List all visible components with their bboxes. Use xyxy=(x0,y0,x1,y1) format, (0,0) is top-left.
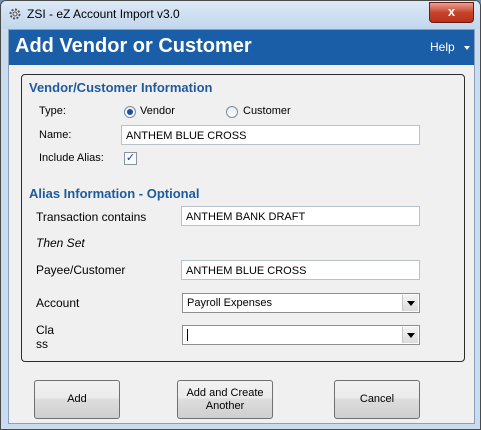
text-cursor xyxy=(187,329,188,342)
header-bar: Add Vendor or Customer Help xyxy=(9,30,474,65)
account-label: Account xyxy=(36,296,80,310)
add-create-label-line1: Add and Create xyxy=(186,386,264,399)
include-alias-checkbox[interactable]: ✓ xyxy=(124,152,137,165)
account-select-value: Payroll Expenses xyxy=(187,297,272,309)
class-select[interactable] xyxy=(182,325,420,345)
add-create-label-line2: Another xyxy=(205,399,245,412)
help-menu[interactable]: Help xyxy=(430,40,455,54)
transaction-input[interactable]: ANTHEM BANK DRAFT xyxy=(181,206,420,226)
class-label-line2: ss xyxy=(36,337,48,351)
payee-input[interactable]: ANTHEM BLUE CROSS xyxy=(181,260,420,280)
add-button-label: Add xyxy=(67,393,87,405)
name-input[interactable]: ANTHEM BLUE CROSS xyxy=(121,125,420,145)
cancel-button[interactable]: Cancel xyxy=(334,380,420,419)
client-area: Add Vendor or Customer Help Vendor/Custo… xyxy=(8,29,475,424)
payee-label: Payee/Customer xyxy=(36,263,126,277)
include-alias-label: Include Alias: xyxy=(39,152,104,164)
vendor-radio[interactable] xyxy=(124,106,136,118)
window-title: ZSI - eZ Account Import v3.0 xyxy=(27,7,180,21)
alias-section-title: Alias Information - Optional xyxy=(29,186,200,201)
then-set-label: Then Set xyxy=(36,236,85,250)
vendor-section-title: Vendor/Customer Information xyxy=(29,80,213,95)
class-label-line1: Cla xyxy=(36,323,55,337)
title-bar[interactable]: ZSI - eZ Account Import v3.0 x xyxy=(1,1,480,29)
form-panel: Vendor/Customer Information Type: Vendor… xyxy=(21,74,465,362)
close-icon: x xyxy=(447,4,456,19)
customer-radio[interactable] xyxy=(226,106,238,118)
chevron-down-icon[interactable] xyxy=(402,327,418,343)
add-button[interactable]: Add xyxy=(34,380,120,419)
chevron-down-icon[interactable] xyxy=(402,295,418,311)
app-window: ZSI - eZ Account Import v3.0 x Add Vendo… xyxy=(0,0,481,430)
add-and-create-another-button[interactable]: Add and Create Another xyxy=(177,380,273,419)
transaction-label: Transaction contains xyxy=(36,210,147,224)
customer-radio-label[interactable]: Customer xyxy=(243,105,291,117)
help-dropdown-icon[interactable] xyxy=(464,46,470,50)
app-gear-icon xyxy=(9,8,21,20)
name-label: Name: xyxy=(39,129,72,141)
close-button[interactable]: x xyxy=(429,2,474,23)
page-title: Add Vendor or Customer xyxy=(15,35,252,57)
type-label: Type: xyxy=(39,105,66,117)
vendor-radio-label[interactable]: Vendor xyxy=(140,105,175,117)
cancel-button-label: Cancel xyxy=(359,393,395,405)
account-select[interactable]: Payroll Expenses xyxy=(182,293,420,313)
